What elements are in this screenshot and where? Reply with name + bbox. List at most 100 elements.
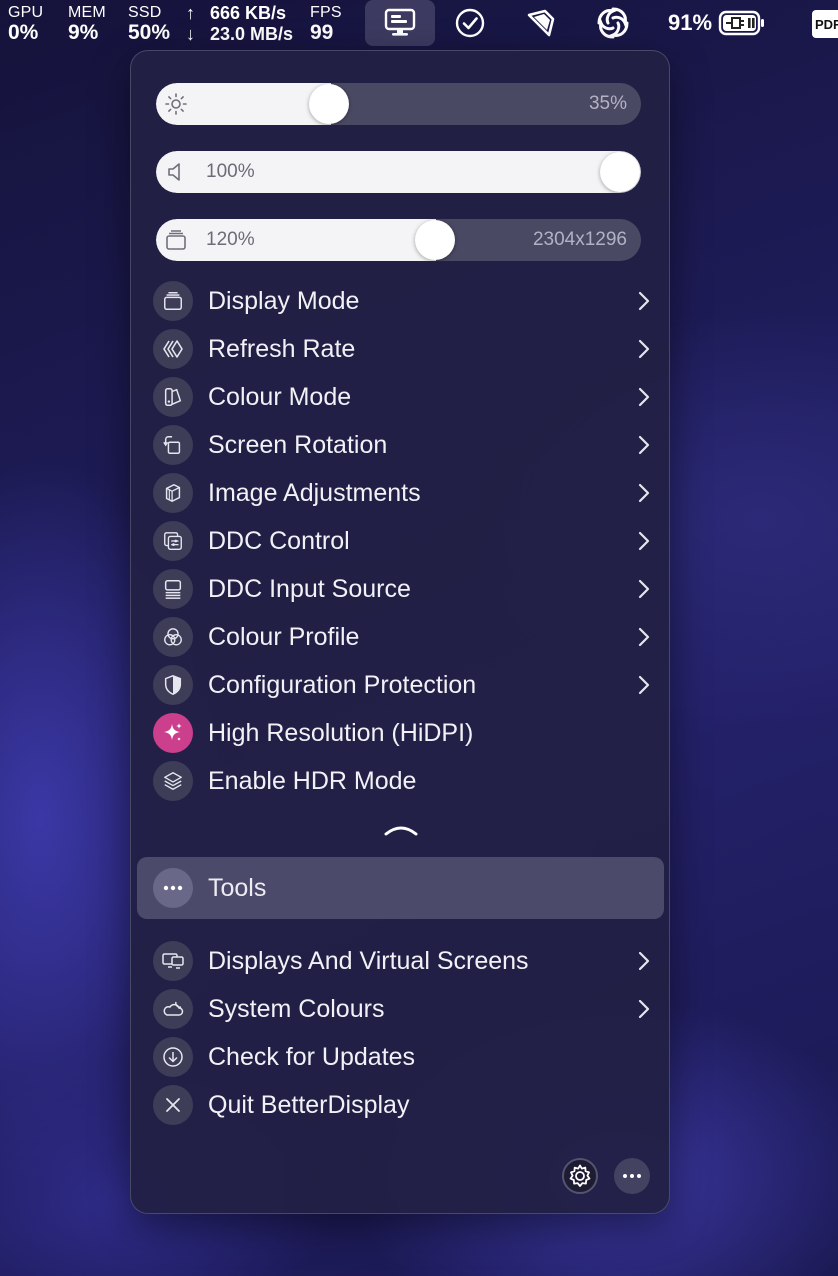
- shield-icon: [153, 665, 193, 705]
- menu-item-label: Display Mode: [208, 286, 360, 315]
- rotation-icon: [153, 425, 193, 465]
- betterdisplay-menu-icon[interactable]: [365, 0, 435, 46]
- download-arrow-icon: ↓: [186, 24, 195, 44]
- menu-item-screen-rotation[interactable]: Screen Rotation: [153, 423, 651, 467]
- gpu-stat[interactable]: GPU 0%: [8, 4, 43, 44]
- menu-item-label: Screen Rotation: [208, 430, 388, 459]
- sparkles-icon: [153, 713, 193, 753]
- colour-profile-icon: [153, 617, 193, 657]
- volume-knob[interactable]: [600, 152, 640, 192]
- menu-item-refresh-rate[interactable]: Refresh Rate: [153, 327, 651, 371]
- menu-item-label: Image Adjustments: [208, 478, 421, 507]
- menu-item-colour-mode[interactable]: Colour Mode: [153, 375, 651, 419]
- battery-percent: 91%: [668, 10, 713, 35]
- fps-label: FPS: [310, 4, 342, 21]
- check-glyph: [455, 8, 485, 38]
- download-speed: 23.0 MB/s: [210, 24, 294, 44]
- chevron-right-icon: [638, 339, 650, 359]
- menu-item-system-colours[interactable]: System Colours: [153, 987, 651, 1031]
- fps-value: 99: [310, 21, 334, 44]
- menu-item-configuration-protection[interactable]: Configuration Protection: [153, 663, 651, 707]
- menu-item-enable-hdr[interactable]: Enable HDR Mode: [153, 759, 651, 803]
- ssd-value: 50%: [128, 21, 171, 44]
- input-source-icon: [153, 569, 193, 609]
- chevron-right-icon: [638, 627, 650, 647]
- menu-item-displays-virtual-screens[interactable]: Displays And Virtual Screens: [153, 939, 651, 983]
- fps-stat[interactable]: FPS 99: [310, 4, 342, 44]
- display-mode-icon: [166, 230, 186, 250]
- volume-slider[interactable]: 100%: [156, 151, 641, 193]
- brightness-knob[interactable]: [309, 84, 349, 124]
- resolution-knob[interactable]: [415, 220, 455, 260]
- menu-item-label: Refresh Rate: [208, 334, 356, 363]
- mem-label: MEM: [68, 4, 106, 21]
- ssd-stat[interactable]: SSD 50%: [128, 4, 170, 44]
- brightness-slider[interactable]: 35%: [156, 83, 641, 125]
- display-mode-icon: [153, 281, 193, 321]
- chevron-right-icon: [638, 675, 650, 695]
- refresh-rate-icon: [153, 329, 193, 369]
- menu-item-ddc-control[interactable]: DDC Control: [153, 519, 651, 563]
- chevron-right-icon: [638, 951, 650, 971]
- upload-arrow-icon: ↑: [186, 3, 195, 23]
- ssd-label: SSD: [128, 4, 162, 21]
- menu-item-label: Quit BetterDisplay: [208, 1090, 410, 1119]
- pen-glyph: [527, 9, 555, 37]
- speaker-icon: [168, 163, 180, 181]
- menu-item-label: DDC Control: [208, 526, 350, 555]
- swirl-app-icon[interactable]: [578, 0, 648, 46]
- battery-status[interactable]: 91%: [668, 9, 766, 37]
- mem-stat[interactable]: MEM 9%: [68, 4, 106, 44]
- menu-item-tools[interactable]: Tools: [137, 857, 664, 919]
- pdf-app-icon[interactable]: PDF: [812, 10, 838, 38]
- weather-icon: [153, 989, 193, 1029]
- resolution-fill: [156, 219, 436, 261]
- volume-value: 100%: [206, 161, 255, 182]
- collapse-chevron-icon[interactable]: [384, 823, 418, 837]
- menu-item-quit[interactable]: Quit BetterDisplay: [153, 1083, 651, 1127]
- chevron-right-icon: [638, 999, 650, 1019]
- swirl-glyph: [597, 7, 629, 39]
- ellipsis-icon: [153, 868, 193, 908]
- network-stat[interactable]: ↑ 666 KB/s ↓ 23.0 MB/s: [186, 3, 293, 45]
- resolution-slider[interactable]: 120% 2304x1296: [156, 219, 641, 261]
- pen-tool-icon[interactable]: [506, 0, 576, 46]
- download-circle-icon: [153, 1037, 193, 1077]
- menu-item-label: Displays And Virtual Screens: [208, 946, 529, 975]
- scaling-value: 120%: [206, 229, 255, 250]
- sun-icon: [165, 93, 187, 115]
- upload-speed: 666 KB/s: [210, 3, 287, 23]
- gpu-value: 0%: [8, 21, 39, 44]
- menu-item-label: High Resolution (HiDPI): [208, 718, 474, 747]
- menu-item-label: Enable HDR Mode: [208, 766, 417, 795]
- menu-item-image-adjustments[interactable]: Image Adjustments: [153, 471, 651, 515]
- betterdisplay-menu: 35% 100% 120% 2304x1296 Display Mode Ref…: [130, 50, 670, 1214]
- chevron-right-icon: [638, 531, 650, 551]
- menu-item-display-mode[interactable]: Display Mode: [153, 279, 651, 323]
- layers-icon: [153, 761, 193, 801]
- chevron-right-icon: [638, 387, 650, 407]
- displays-icon: [153, 941, 193, 981]
- chevron-right-icon: [638, 579, 650, 599]
- chevron-right-icon: [638, 483, 650, 503]
- gpu-label: GPU: [8, 4, 44, 21]
- menu-item-ddc-input-source[interactable]: DDC Input Source: [153, 567, 651, 611]
- ddc-control-icon: [153, 521, 193, 561]
- menu-item-hidpi[interactable]: High Resolution (HiDPI): [153, 711, 651, 755]
- menu-item-label: Check for Updates: [208, 1042, 416, 1071]
- tools-label: Tools: [208, 873, 267, 902]
- mem-value: 9%: [68, 21, 99, 44]
- gear-icon: [569, 1164, 591, 1187]
- more-options-button[interactable]: [614, 1158, 650, 1194]
- battery-charging-icon: [718, 10, 765, 36]
- menu-item-label: Colour Mode: [208, 382, 352, 411]
- close-icon: [153, 1085, 193, 1125]
- menu-item-check-updates[interactable]: Check for Updates: [153, 1035, 651, 1079]
- settings-button[interactable]: [562, 1158, 598, 1194]
- checkmark-circle-icon[interactable]: [435, 0, 505, 46]
- menu-item-colour-profile[interactable]: Colour Profile: [153, 615, 651, 659]
- resolution-value: 2304x1296: [532, 229, 627, 250]
- ellipsis-icon: [623, 1174, 641, 1178]
- brightness-value: 35%: [588, 93, 627, 114]
- menu-item-label: DDC Input Source: [208, 574, 411, 603]
